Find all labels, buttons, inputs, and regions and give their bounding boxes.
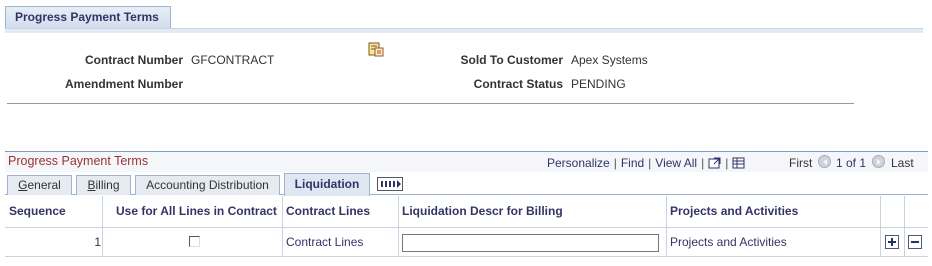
grid-title-bar: Progress Payment Terms Personalize | Find |…	[5, 151, 928, 172]
contract-lines-link[interactable]: Contract Lines	[286, 228, 363, 257]
use-for-all-lines-checkbox[interactable]	[189, 236, 200, 247]
last-label: Last	[891, 156, 914, 170]
contract-status-label: Contract Status	[473, 77, 563, 91]
sold-to-customer-label: Sold To Customer	[460, 53, 563, 67]
add-row-icon[interactable]	[885, 235, 899, 249]
tab-accounting-distribution[interactable]: Accounting Distribution	[135, 175, 280, 195]
column-header-row: Sequence Use for All Lines in Contract C…	[5, 196, 928, 227]
view-all-link[interactable]: View All	[655, 156, 697, 170]
sequence-value: 1	[94, 235, 101, 249]
new-window-icon[interactable]	[708, 157, 721, 169]
header-divider	[7, 103, 854, 104]
column-header-contract-lines[interactable]: Contract Lines	[282, 196, 396, 227]
previous-row-icon[interactable]	[818, 155, 831, 168]
contract-document-icon[interactable]	[368, 42, 384, 57]
next-row-icon[interactable]	[872, 155, 885, 168]
liquidation-descr-input[interactable]	[402, 234, 659, 252]
personalize-link[interactable]: Personalize	[547, 156, 610, 170]
show-all-columns-icon[interactable]	[377, 177, 403, 191]
tab-general[interactable]: General	[7, 175, 72, 195]
nav-separator: |	[648, 156, 652, 170]
projects-and-activities-link[interactable]: Projects and Activities	[670, 228, 787, 257]
contract-number-value: GFCONTRACT	[191, 53, 275, 67]
grid-navigation: Personalize | Find | View All | |	[547, 156, 745, 170]
first-label: First	[789, 156, 813, 170]
download-grid-icon[interactable]	[732, 157, 745, 169]
amendment-number-label: Amendment Number	[64, 77, 183, 91]
sold-to-customer-value: Apex Systems	[571, 53, 648, 67]
grid-tabs: General Billing Accounting Distribution …	[5, 172, 928, 196]
contract-status-value: PENDING	[571, 77, 626, 91]
nav-separator: |	[725, 156, 729, 170]
column-header-use-for-all-lines[interactable]: Use for All Lines in Contract	[112, 196, 282, 227]
page-tab-progress-payment-terms[interactable]: Progress Payment Terms	[5, 6, 171, 28]
column-header-liquidation-descr[interactable]: Liquidation Descr for Billing	[398, 196, 668, 227]
row-count: 1 of 1	[836, 156, 867, 170]
nav-separator: |	[701, 156, 705, 170]
column-header-projects-and-activities[interactable]: Projects and Activities	[666, 196, 876, 227]
contract-number-label: Contract Number	[84, 53, 183, 67]
find-link[interactable]: Find	[621, 156, 644, 170]
tab-billing[interactable]: Billing	[76, 175, 131, 195]
page-tab-underline	[5, 28, 923, 33]
delete-row-icon[interactable]	[908, 235, 922, 249]
grid-title: Progress Payment Terms	[8, 154, 149, 168]
table-row: 1 Contract Lines Projects and Activities	[5, 227, 928, 257]
nav-separator: |	[613, 156, 617, 170]
tab-liquidation[interactable]: Liquidation	[284, 173, 370, 196]
column-header-sequence[interactable]: Sequence	[5, 196, 102, 227]
